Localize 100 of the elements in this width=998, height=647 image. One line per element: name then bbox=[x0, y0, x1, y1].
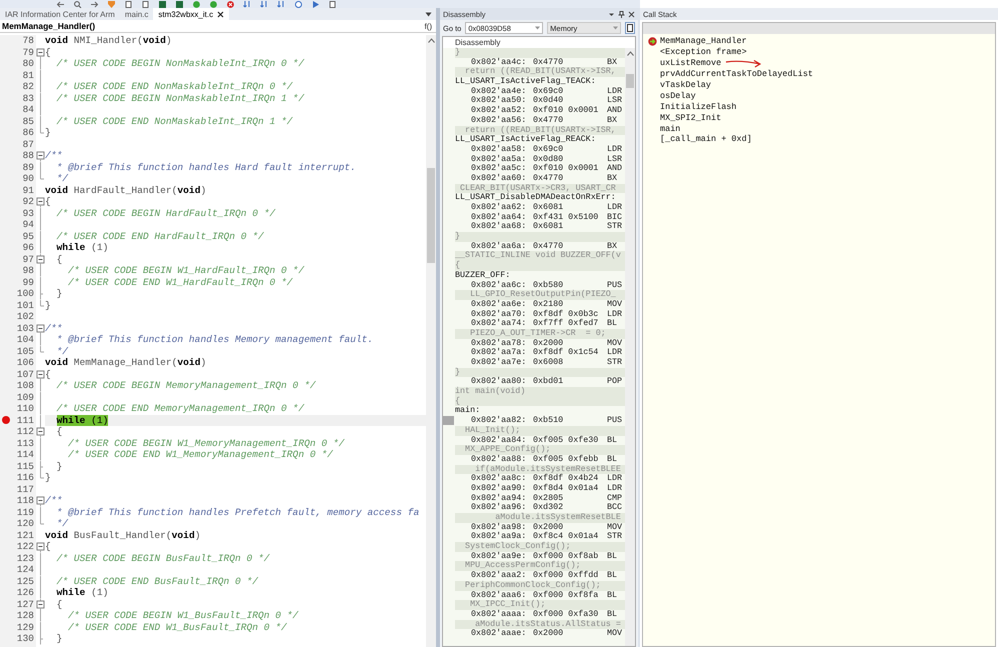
code-comment: /* USER CODE END W1_MemoryManagement_IRQn 0 */ bbox=[67, 449, 333, 460]
code-comment: /* USER CODE END MemoryManagement_IRQn 0 */ bbox=[56, 403, 304, 414]
instruction-address: 0x802'aa82: bbox=[471, 416, 528, 426]
instruction-mnemonic: LDR bbox=[607, 310, 624, 320]
instruction-code: 0x4770 bbox=[533, 116, 564, 126]
scrollbar[interactable] bbox=[426, 35, 436, 647]
instruction-code: 0xf8d4 0x01a4 bbox=[533, 484, 600, 494]
instruction-address: 0x802'aa64: bbox=[471, 212, 528, 222]
line-number: 93 bbox=[22, 208, 35, 219]
line-number: 115 bbox=[16, 460, 35, 472]
call-stack-frame[interactable]: MX_SPI2_Init bbox=[660, 112, 722, 123]
instruction-mnemonic: LDR bbox=[607, 86, 624, 96]
close-icon[interactable] bbox=[217, 10, 224, 18]
dropdown-icon[interactable] bbox=[425, 12, 432, 16]
breakpoint-toggle-icon[interactable] bbox=[294, 0, 303, 8]
collapse-icon[interactable] bbox=[36, 598, 45, 610]
line-number: 101 bbox=[16, 300, 35, 311]
file-tab[interactable]: IAR Information Center for Arm bbox=[0, 8, 120, 20]
dropdown-icon[interactable] bbox=[608, 10, 615, 18]
collapse-icon[interactable] bbox=[36, 196, 45, 208]
scrollbar-thumb[interactable] bbox=[427, 168, 435, 263]
line-number: 105 bbox=[16, 346, 35, 357]
instruction-code: 0x6081 bbox=[533, 203, 564, 212]
document-icon[interactable] bbox=[328, 0, 337, 8]
instruction-address: 0x802'aa94: bbox=[471, 494, 528, 503]
collapse-icon[interactable] bbox=[36, 46, 45, 58]
instruction-mnemonic: BX bbox=[607, 242, 618, 251]
instruction-address: 0x802'aa74: bbox=[471, 319, 528, 329]
scrollbar[interactable] bbox=[625, 48, 635, 646]
call-stack-frame[interactable]: vTaskDelay bbox=[660, 80, 712, 90]
collapse-icon[interactable] bbox=[36, 426, 45, 438]
call-stack-frame[interactable]: <Exception frame> bbox=[660, 47, 747, 58]
step-icon[interactable] bbox=[260, 0, 269, 8]
instruction-code: 0xbd01 bbox=[533, 377, 564, 388]
pin-icon[interactable] bbox=[618, 10, 625, 18]
instruction-address: 0x802'aa5c: bbox=[471, 164, 528, 174]
collapse-icon[interactable] bbox=[36, 150, 45, 162]
function-name[interactable]: MemManage_Handler() bbox=[2, 21, 96, 31]
instruction-code: 0x0d40 bbox=[533, 96, 564, 106]
doc-comment: * @brief This function handles Memory management fault. bbox=[56, 334, 374, 346]
code-comment: /* USER CODE END W1_BusFault_IRQn 0 */ bbox=[67, 622, 287, 633]
scroll-up-icon[interactable] bbox=[626, 51, 634, 56]
code-line: { bbox=[45, 46, 51, 58]
document-icon[interactable] bbox=[625, 22, 635, 34]
collapse-icon[interactable] bbox=[36, 368, 45, 380]
step-icon[interactable] bbox=[277, 0, 286, 8]
doc-comment: * @brief This function handles Prefetch fault, memory access fa bbox=[56, 506, 420, 518]
instruction-code: 0x4770 bbox=[533, 242, 564, 251]
file-tab[interactable]: main.c bbox=[120, 8, 154, 20]
call-stack-frame[interactable]: uxListRemove bbox=[660, 58, 722, 68]
scroll-up-icon[interactable] bbox=[428, 38, 434, 43]
call-stack-frame[interactable]: InitializeFlash bbox=[660, 102, 737, 112]
instruction-address: 0x802'aa84: bbox=[471, 436, 528, 444]
step-icon[interactable] bbox=[243, 0, 252, 8]
caret-icon[interactable] bbox=[535, 26, 540, 30]
doc-comment: * @brief This function handles Hard fault interrupt. bbox=[56, 162, 356, 173]
call-stack-frame[interactable]: main bbox=[660, 124, 680, 134]
call-stack-frame[interactable]: [_call_main + 0xd] bbox=[660, 134, 752, 144]
close-icon[interactable] bbox=[628, 10, 635, 18]
doc-comment: */ bbox=[56, 346, 68, 357]
stop-icon[interactable] bbox=[226, 0, 235, 8]
code-comment: /* USER CODE END BusFault_IRQn 0 */ bbox=[56, 576, 258, 587]
line-number: 126 bbox=[16, 587, 35, 598]
instruction-mnemonic: MOV bbox=[607, 300, 624, 310]
line-number: 122 bbox=[16, 541, 35, 552]
code-line: while (1) bbox=[56, 242, 108, 254]
line-number: 109 bbox=[16, 392, 35, 403]
instruction-mnemonic: LDR bbox=[607, 474, 624, 484]
instruction-address: 0x802'aa6c: bbox=[471, 280, 528, 290]
collapse-icon[interactable] bbox=[36, 495, 45, 506]
instruction-mnemonic: BIC bbox=[607, 212, 624, 222]
line-number: 97 bbox=[22, 254, 35, 265]
call-stack-frame[interactable]: osDelay bbox=[660, 90, 696, 101]
line-number: 111 bbox=[16, 414, 35, 426]
instruction-code: 0xf005 0xfebb bbox=[533, 454, 600, 464]
call-stack-frame[interactable]: MemManage_Handler bbox=[660, 36, 747, 46]
function-label: main: bbox=[455, 406, 482, 416]
doc-comment: /** bbox=[45, 322, 62, 334]
file-tab[interactable]: stm32wbxx_it.c bbox=[153, 8, 230, 20]
call-stack-frame[interactable]: prvAddCurrentTaskToDelayedList bbox=[660, 69, 814, 80]
instruction-code: 0x2180 bbox=[533, 300, 564, 310]
search-icon[interactable] bbox=[73, 0, 82, 8]
scrollbar-thumb[interactable] bbox=[626, 74, 634, 88]
code-line: } bbox=[45, 472, 51, 484]
line-number: 118 bbox=[16, 495, 35, 506]
function-label: LL_USART_IsActiveFlag_TEACK: bbox=[455, 77, 597, 86]
back-arrow-icon[interactable] bbox=[56, 0, 65, 8]
collapse-icon[interactable] bbox=[36, 541, 45, 552]
code-line: } bbox=[56, 288, 62, 300]
code-comment: /* USER CODE END NonMaskableInt_IRQn 1 */ bbox=[56, 116, 293, 127]
collapse-icon[interactable] bbox=[36, 322, 45, 334]
instruction-mnemonic: PUS bbox=[607, 280, 624, 290]
instruction-mnemonic: BL bbox=[607, 454, 618, 464]
instruction-code: 0x2000 bbox=[533, 338, 564, 348]
doc-comment: */ bbox=[56, 173, 68, 184]
collapse-icon[interactable] bbox=[36, 254, 45, 265]
breakpoint-icon[interactable] bbox=[2, 416, 10, 424]
function-list-button[interactable]: f() bbox=[422, 22, 434, 30]
instruction-address: 0x802'aa6e: bbox=[471, 300, 528, 310]
forward-arrow-icon[interactable] bbox=[90, 0, 99, 8]
